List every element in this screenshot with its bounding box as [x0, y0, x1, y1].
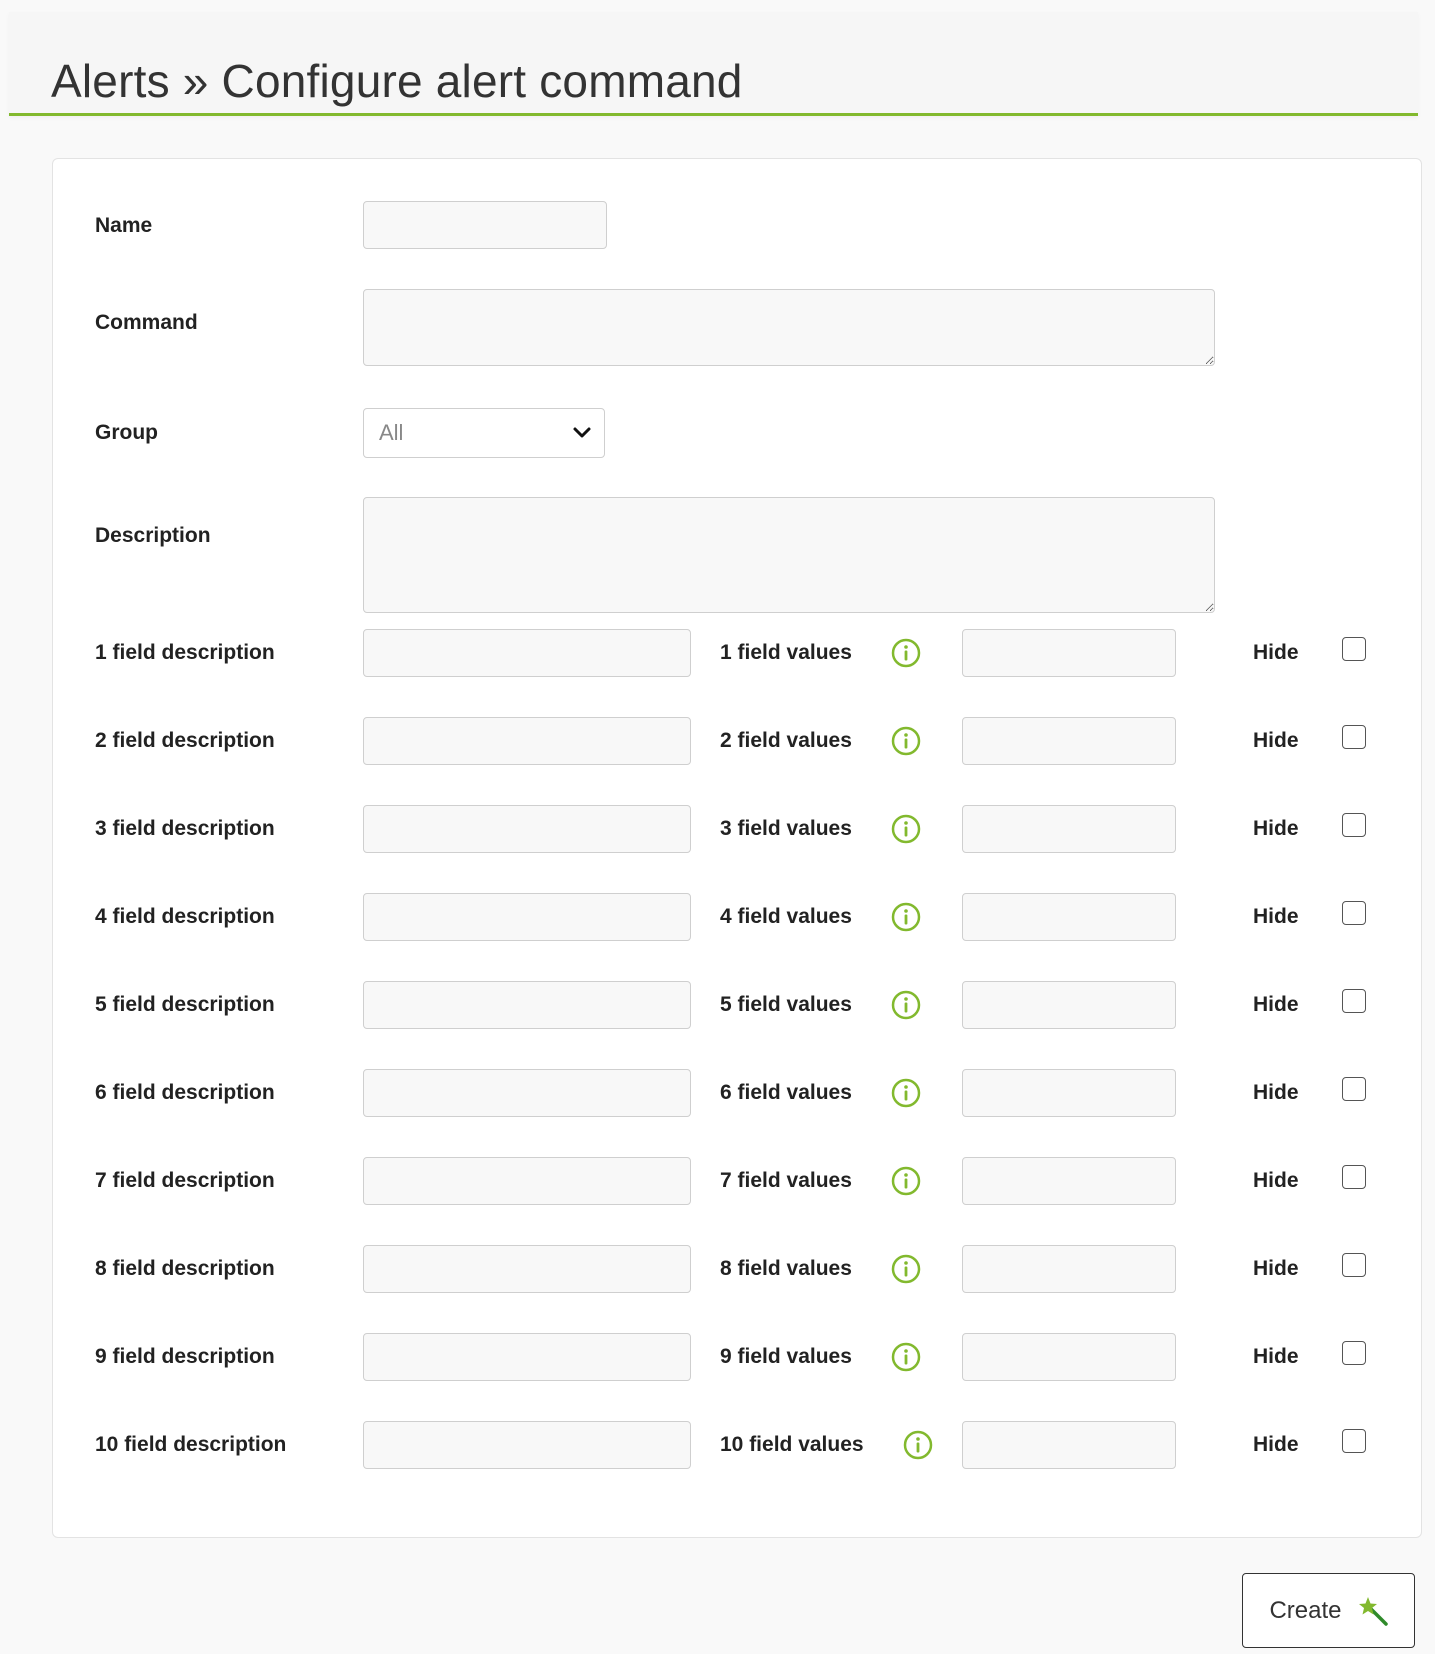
group-select[interactable]: All	[363, 408, 605, 458]
field-4-hide-label: Hide	[1253, 905, 1299, 928]
field-2-hide-label: Hide	[1253, 729, 1299, 752]
name-input[interactable]	[363, 201, 607, 249]
field-1-hide-label: Hide	[1253, 641, 1299, 664]
field-3-hide-checkbox[interactable]	[1342, 813, 1366, 837]
field-6-hide-label: Hide	[1253, 1081, 1299, 1104]
field-8-hide-label: Hide	[1253, 1257, 1299, 1280]
field-8-values-label: 8 field values	[720, 1257, 852, 1280]
field-7-values-label: 7 field values	[720, 1169, 852, 1192]
info-circle-icon[interactable]	[890, 725, 922, 757]
info-circle-icon[interactable]	[890, 813, 922, 845]
field-10-hide-label: Hide	[1253, 1433, 1299, 1456]
field-9-hide-label: Hide	[1253, 1345, 1299, 1368]
create-button[interactable]: Create	[1242, 1573, 1415, 1648]
field-7-description-label: 7 field description	[95, 1169, 275, 1192]
field-7-hide-label: Hide	[1253, 1169, 1299, 1192]
field-9-description-input[interactable]	[363, 1333, 691, 1381]
field-2-values-input[interactable]	[962, 717, 1176, 765]
field-3-description-input[interactable]	[363, 805, 691, 853]
field-8-description-label: 8 field description	[95, 1257, 275, 1280]
field-1-description-label: 1 field description	[95, 641, 275, 664]
field-1-description-input[interactable]	[363, 629, 691, 677]
field-4-values-input[interactable]	[962, 893, 1176, 941]
field-4-description-input[interactable]	[363, 893, 691, 941]
field-5-values-label: 5 field values	[720, 993, 852, 1016]
field-5-hide-checkbox[interactable]	[1342, 989, 1366, 1013]
field-2-description-label: 2 field description	[95, 729, 275, 752]
field-4-values-label: 4 field values	[720, 905, 852, 928]
description-textarea[interactable]	[363, 497, 1215, 613]
info-circle-icon[interactable]	[890, 901, 922, 933]
field-5-values-input[interactable]	[962, 981, 1176, 1029]
field-8-hide-checkbox[interactable]	[1342, 1253, 1366, 1277]
field-6-values-input[interactable]	[962, 1069, 1176, 1117]
field-9-hide-checkbox[interactable]	[1342, 1341, 1366, 1365]
field-5-description-label: 5 field description	[95, 993, 275, 1016]
info-circle-icon[interactable]	[890, 1165, 922, 1197]
name-label: Name	[95, 214, 153, 237]
field-3-values-input[interactable]	[962, 805, 1176, 853]
field-3-hide-label: Hide	[1253, 817, 1299, 840]
command-label: Command	[95, 311, 198, 334]
info-circle-icon[interactable]	[890, 1341, 922, 1373]
field-7-hide-checkbox[interactable]	[1342, 1165, 1366, 1189]
field-1-values-input[interactable]	[962, 629, 1176, 677]
info-circle-icon[interactable]	[890, 1077, 922, 1109]
field-1-hide-checkbox[interactable]	[1342, 637, 1366, 661]
chevron-down-icon	[573, 427, 591, 438]
field-10-description-input[interactable]	[363, 1421, 691, 1469]
field-2-description-input[interactable]	[363, 717, 691, 765]
info-circle-icon[interactable]	[890, 989, 922, 1021]
field-10-values-input[interactable]	[962, 1421, 1176, 1469]
field-9-values-label: 9 field values	[720, 1345, 852, 1368]
field-8-values-input[interactable]	[962, 1245, 1176, 1293]
magic-wand-icon	[1358, 1596, 1388, 1626]
field-10-values-label: 10 field values	[720, 1433, 864, 1456]
field-10-hide-checkbox[interactable]	[1342, 1429, 1366, 1453]
field-9-values-input[interactable]	[962, 1333, 1176, 1381]
field-4-description-label: 4 field description	[95, 905, 275, 928]
info-circle-icon[interactable]	[890, 637, 922, 669]
field-7-values-input[interactable]	[962, 1157, 1176, 1205]
group-label: Group	[95, 421, 158, 444]
field-10-description-label: 10 field description	[95, 1433, 287, 1456]
field-1-values-label: 1 field values	[720, 641, 852, 664]
field-8-description-input[interactable]	[363, 1245, 691, 1293]
alert-command-form: Name Command Group All Description 1 fie…	[52, 158, 1422, 1538]
field-6-description-input[interactable]	[363, 1069, 691, 1117]
field-3-description-label: 3 field description	[95, 817, 275, 840]
field-4-hide-checkbox[interactable]	[1342, 901, 1366, 925]
page-title: Alerts » Configure alert command	[51, 55, 743, 107]
create-button-label: Create	[1269, 1596, 1342, 1624]
field-6-values-label: 6 field values	[720, 1081, 852, 1104]
field-5-description-input[interactable]	[363, 981, 691, 1029]
info-circle-icon[interactable]	[902, 1429, 934, 1461]
field-9-description-label: 9 field description	[95, 1345, 275, 1368]
info-circle-icon[interactable]	[890, 1253, 922, 1285]
field-3-values-label: 3 field values	[720, 817, 852, 840]
field-2-values-label: 2 field values	[720, 729, 852, 752]
page-header: Alerts » Configure alert command	[9, 12, 1418, 116]
field-7-description-input[interactable]	[363, 1157, 691, 1205]
field-6-description-label: 6 field description	[95, 1081, 275, 1104]
field-5-hide-label: Hide	[1253, 993, 1299, 1016]
description-label: Description	[95, 524, 211, 547]
group-select-value: All	[379, 420, 404, 445]
command-textarea[interactable]	[363, 289, 1215, 366]
field-6-hide-checkbox[interactable]	[1342, 1077, 1366, 1101]
field-2-hide-checkbox[interactable]	[1342, 725, 1366, 749]
